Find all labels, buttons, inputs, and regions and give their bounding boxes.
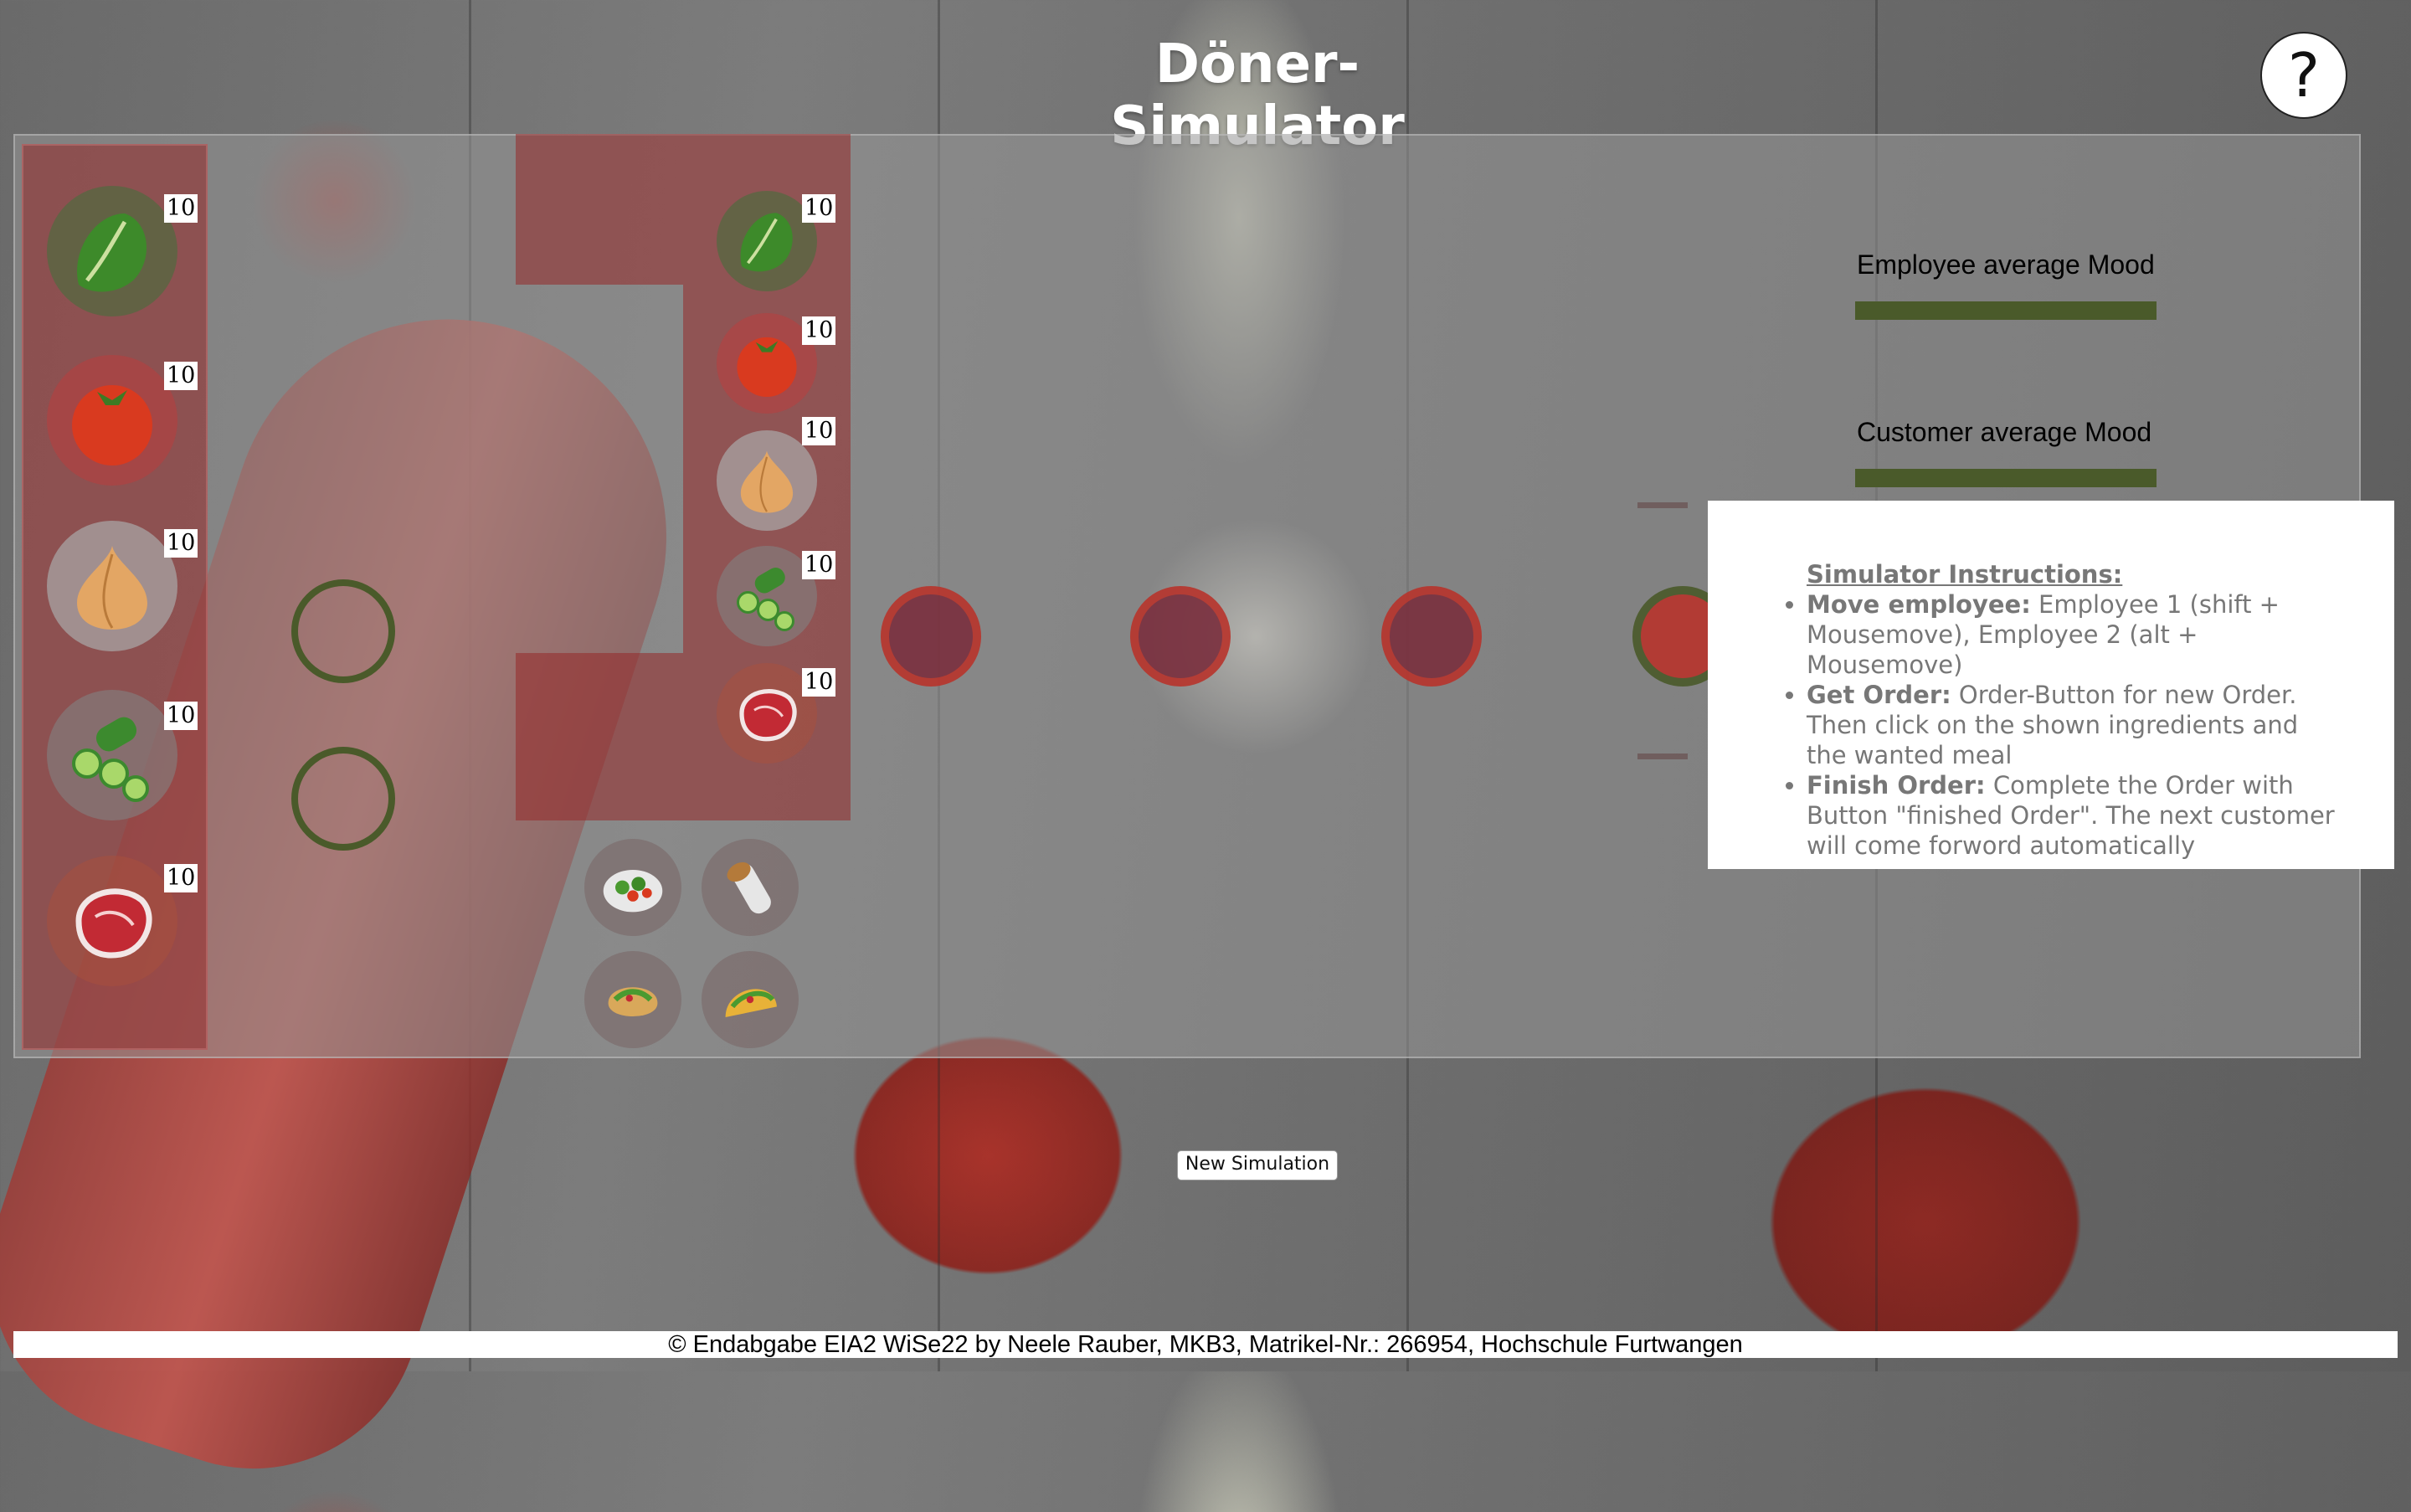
customer-mood-bar bbox=[1855, 469, 2157, 487]
stock-tomato-count: 10 bbox=[164, 362, 198, 390]
stock-cucumber-count: 10 bbox=[164, 702, 198, 730]
instruction-title: Finish Order: bbox=[1807, 771, 1986, 800]
counter-tomato-count: 10 bbox=[802, 316, 836, 345]
employee-mood-bar bbox=[1855, 301, 2157, 320]
stock-onion-count: 10 bbox=[164, 529, 198, 558]
meal-salad[interactable] bbox=[584, 839, 681, 936]
employee-position-2[interactable] bbox=[291, 747, 395, 851]
queue-marker-top bbox=[1637, 502, 1688, 508]
lettuce-icon bbox=[77, 213, 147, 292]
stock-tomato[interactable] bbox=[47, 355, 177, 486]
tomato-icon bbox=[72, 385, 152, 465]
help-button[interactable]: ? bbox=[2260, 32, 2347, 119]
pita-icon bbox=[608, 987, 658, 1016]
onion-icon bbox=[740, 450, 794, 513]
stock-cucumber[interactable] bbox=[47, 690, 177, 820]
salad-icon bbox=[603, 870, 663, 913]
lettuce-icon bbox=[740, 213, 793, 272]
durum-icon bbox=[727, 861, 771, 914]
instruction-title: Move employee: bbox=[1807, 590, 2031, 619]
instructions-heading: Simulator Instructions: bbox=[1807, 560, 2123, 589]
stock-meat[interactable] bbox=[47, 856, 177, 986]
stock-lettuce-count: 10 bbox=[164, 194, 198, 223]
customer-1 bbox=[881, 586, 981, 687]
customer-3 bbox=[1381, 586, 1482, 687]
onion-icon bbox=[77, 546, 147, 630]
instructions-panel: Simulator Instructions: Move employee: E… bbox=[1708, 501, 2394, 869]
meat-icon bbox=[739, 689, 797, 742]
customer-mood-label: Customer average Mood bbox=[1857, 417, 2152, 447]
instruction-title: Get Order: bbox=[1807, 681, 1951, 709]
cucumber-icon bbox=[72, 717, 149, 802]
meal-durum[interactable] bbox=[702, 839, 799, 936]
taco-icon bbox=[725, 989, 777, 1017]
counter-onion[interactable] bbox=[717, 430, 817, 531]
counter-cucumber-count: 10 bbox=[802, 551, 836, 579]
counter-lettuce-count: 10 bbox=[802, 194, 836, 223]
employee-mood-label: Employee average Mood bbox=[1857, 249, 2155, 280]
meal-pita[interactable] bbox=[584, 951, 681, 1048]
tomato-icon bbox=[737, 337, 797, 398]
stock-lettuce[interactable] bbox=[47, 186, 177, 316]
counter-onion-count: 10 bbox=[802, 417, 836, 445]
instruction-item: Finish Order: Complete the Order with Bu… bbox=[1807, 770, 2344, 861]
queue-marker-bottom bbox=[1637, 753, 1688, 759]
meat-icon bbox=[75, 888, 152, 959]
customer-2 bbox=[1130, 586, 1231, 687]
stock-onion[interactable] bbox=[47, 521, 177, 651]
employee-position-1[interactable] bbox=[291, 579, 395, 683]
cucumber-icon bbox=[737, 567, 794, 631]
counter-area-bottom bbox=[516, 653, 683, 820]
instruction-item: Move employee: Employee 1 (shift + Mouse… bbox=[1807, 589, 2344, 680]
counter-meat-count: 10 bbox=[802, 668, 836, 697]
footer: © Endabgabe EIA2 WiSe22 by Neele Rauber,… bbox=[13, 1331, 2398, 1358]
instruction-item: Get Order: Order-Button for new Order. T… bbox=[1807, 680, 2344, 770]
meal-taco[interactable] bbox=[702, 951, 799, 1048]
instructions-list: Move employee: Employee 1 (shift + Mouse… bbox=[1807, 589, 2344, 861]
stock-meat-count: 10 bbox=[164, 864, 198, 892]
new-simulation-button[interactable]: New Simulation bbox=[1177, 1150, 1338, 1180]
